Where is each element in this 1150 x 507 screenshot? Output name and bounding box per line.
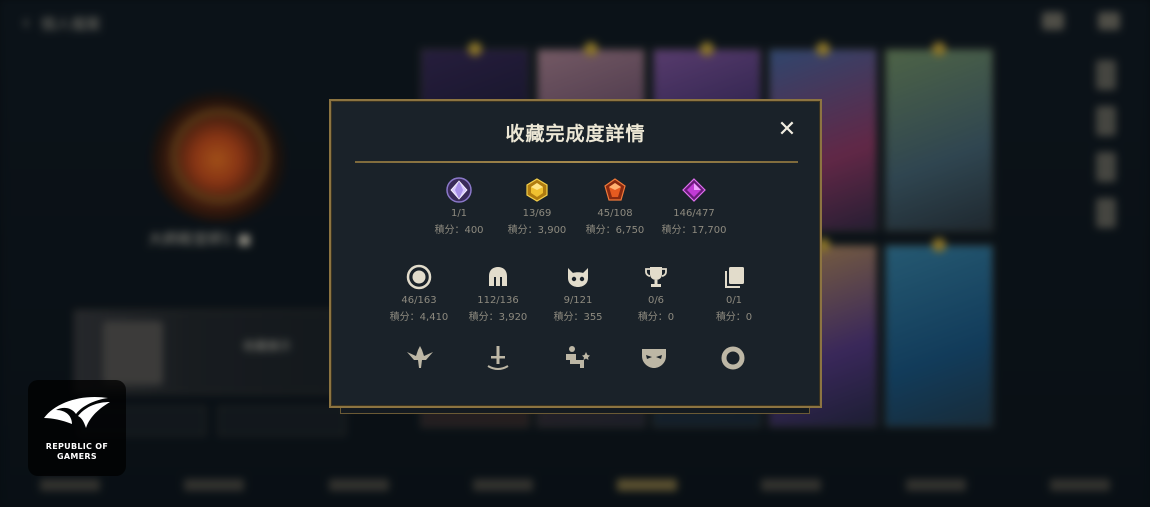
- gem-count: 13/69: [522, 208, 552, 219]
- rog-text: REPUBLIC OF GAMERS: [45, 442, 109, 461]
- ring-icon[interactable]: [718, 344, 748, 372]
- gem-score: 積分：400: [434, 225, 484, 236]
- gem-count: 1/1: [450, 208, 468, 219]
- purple-diamond-gem-icon: [446, 177, 472, 203]
- gem-count: 146/477: [673, 208, 715, 219]
- item-count: 46/163: [401, 295, 437, 306]
- close-button[interactable]: ✕: [776, 119, 798, 141]
- cards-stack-icon: [725, 267, 744, 288]
- collection-details-modal: 收藏完成度詳情 ✕ 1/1 積分：400 13/69 積分：3,900 45/1…: [329, 99, 822, 408]
- item-count: 0/6: [647, 295, 665, 306]
- trophy-icon: [645, 267, 667, 287]
- gold-gem-icon: [526, 178, 548, 202]
- title-divider: [355, 161, 798, 163]
- gem-score: 積分：6,750: [585, 225, 645, 236]
- item-count: 112/136: [477, 295, 519, 306]
- rider-icon[interactable]: [562, 344, 592, 372]
- orb-icon: [406, 264, 432, 290]
- gem-stat-gold: 13/69 積分：3,900: [492, 177, 582, 236]
- gem-stat-orange: 45/108 積分：6,750: [570, 177, 660, 236]
- rog-eye-icon: [44, 396, 110, 428]
- helmet-icon: [489, 267, 507, 286]
- item-stat-helmet: 112/136 積分：3,920: [453, 264, 543, 323]
- item-stat-cards: 0/1 積分：0: [689, 264, 779, 323]
- sword-icon[interactable]: [483, 344, 513, 372]
- item-stat-orb: 46/163 積分：4,410: [374, 264, 464, 323]
- gem-stat-magenta: 146/477 積分：17,700: [649, 177, 739, 236]
- item-count: 9/121: [563, 295, 593, 306]
- item-score: 積分：355: [553, 312, 603, 323]
- gem-score: 積分：3,900: [507, 225, 567, 236]
- winged-emblem-icon[interactable]: [405, 344, 435, 372]
- item-score: 積分：4,410: [389, 312, 449, 323]
- gem-stat-purple: 1/1 積分：400: [414, 177, 504, 236]
- item-score: 積分：3,920: [468, 312, 528, 323]
- creature-icon: [568, 268, 588, 287]
- gem-count: 45/108: [597, 208, 633, 219]
- mask-icon[interactable]: [639, 344, 669, 372]
- item-score: 積分：0: [715, 312, 753, 323]
- item-stat-trophy: 0/6 積分：0: [611, 264, 701, 323]
- item-count: 0/1: [725, 295, 743, 306]
- rog-logo: REPUBLIC OF GAMERS: [28, 380, 126, 476]
- orange-gem-icon: [604, 178, 626, 201]
- item-stat-creature: 9/121 積分：355: [533, 264, 623, 323]
- item-score: 積分：0: [637, 312, 675, 323]
- magenta-diamond-gem-icon: [682, 178, 706, 202]
- modal-title: 收藏完成度詳情: [505, 123, 646, 145]
- gem-score: 積分：17,700: [661, 225, 727, 236]
